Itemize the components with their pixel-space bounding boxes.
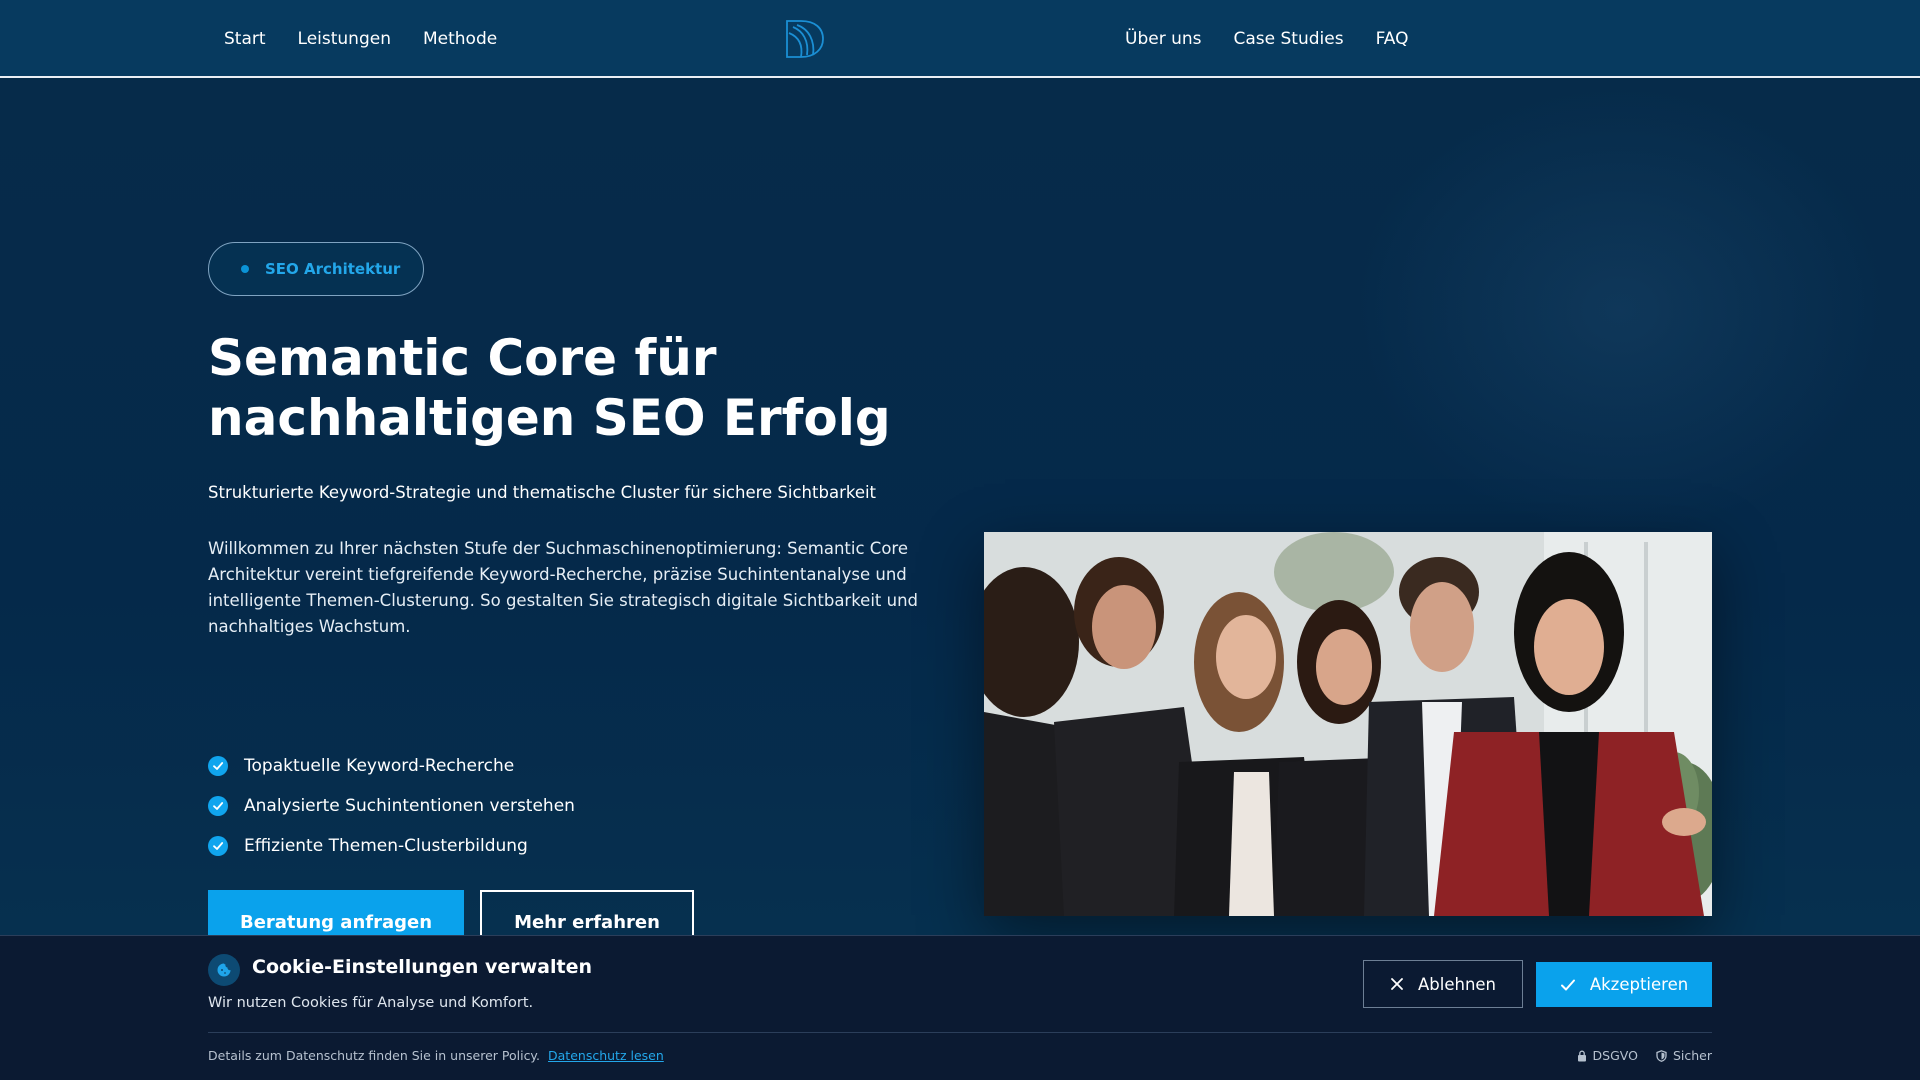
hero-subtitle: Strukturierte Keyword-Strategie und them…: [208, 483, 877, 502]
feature-item: Effiziente Themen-Clusterbildung: [208, 826, 908, 866]
feature-item: Analysierte Suchintentionen verstehen: [208, 786, 908, 826]
check-icon: [1560, 979, 1575, 990]
gdpr-label: DSGVO: [1592, 1048, 1638, 1063]
secure-label: Sicher: [1672, 1048, 1712, 1063]
main-nav-right: Über uns Case Studies FAQ: [1125, 0, 1409, 78]
badge-label: SEO Architektur: [265, 260, 401, 278]
decline-cookies-button[interactable]: Ablehnen: [1363, 960, 1523, 1008]
accept-cookies-button[interactable]: Akzeptieren: [1536, 962, 1712, 1007]
nav-link-faq[interactable]: FAQ: [1376, 29, 1409, 49]
cookie-tags: DSGVO Sicher: [1577, 1048, 1712, 1063]
feature-list: Topaktuelle Keyword-Recherche Analysiert…: [208, 746, 908, 866]
nav-link-leistungen[interactable]: Leistungen: [298, 29, 391, 49]
nav-link-methode[interactable]: Methode: [423, 29, 497, 49]
check-circle-icon: [208, 836, 228, 856]
title-line-1: Semantic Core für: [208, 329, 717, 387]
category-badge: SEO Architektur: [208, 242, 424, 296]
gdpr-tag: DSGVO: [1577, 1048, 1638, 1063]
shield-icon: [1656, 1049, 1667, 1062]
page-title: Semantic Core für nachhaltigen SEO Erfol…: [208, 328, 968, 448]
team-photo: [984, 532, 1712, 916]
decline-label: Ablehnen: [1417, 974, 1497, 994]
lock-icon: [1577, 1050, 1586, 1061]
secure-tag: Sicher: [1656, 1048, 1712, 1063]
cookie-title: Cookie-Einstellungen verwalten: [252, 956, 592, 978]
privacy-note: Details zum Datenschutz finden Sie in un…: [208, 1048, 541, 1063]
close-icon: [1391, 978, 1403, 990]
nav-link-start[interactable]: Start: [224, 29, 266, 49]
check-circle-icon: [208, 796, 228, 816]
cookie-text: Wir nutzen Cookies für Analyse und Komfo…: [208, 995, 534, 1011]
hero-intro: Willkommen zu Ihrer nächsten Stufe der S…: [208, 539, 919, 636]
badge-dot-icon: [241, 265, 249, 273]
cookie-banner: Cookie-Einstellungen verwalten Wir nutze…: [0, 935, 1920, 1080]
nav-link-case-studies[interactable]: Case Studies: [1234, 29, 1344, 49]
main-nav-left: Start Leistungen Methode: [224, 0, 497, 78]
hero-section: SEO Architektur Semantic Core für nachha…: [0, 80, 1920, 987]
cookie-icon: [208, 954, 240, 986]
site-header: Start Leistungen Methode Über uns Case S…: [0, 0, 1920, 78]
feature-label: Topaktuelle Keyword-Recherche: [244, 756, 515, 776]
feature-item: Topaktuelle Keyword-Recherche: [208, 746, 908, 786]
privacy-policy-link[interactable]: Datenschutz lesen: [548, 1048, 664, 1063]
nav-link-ueber-uns[interactable]: Über uns: [1125, 29, 1202, 49]
feature-label: Analysierte Suchintentionen verstehen: [244, 796, 575, 816]
accept-label: Akzeptieren: [1589, 975, 1689, 994]
title-line-2: nachhaltigen SEO Erfolg: [208, 389, 891, 447]
feature-label: Effiziente Themen-Clusterbildung: [244, 836, 528, 856]
cookie-divider: [208, 1032, 1712, 1033]
check-circle-icon: [208, 756, 228, 776]
logo-mark-icon[interactable]: [783, 17, 827, 61]
cookie-footer-text: Details zum Datenschutz finden Sie in un…: [208, 1048, 664, 1063]
